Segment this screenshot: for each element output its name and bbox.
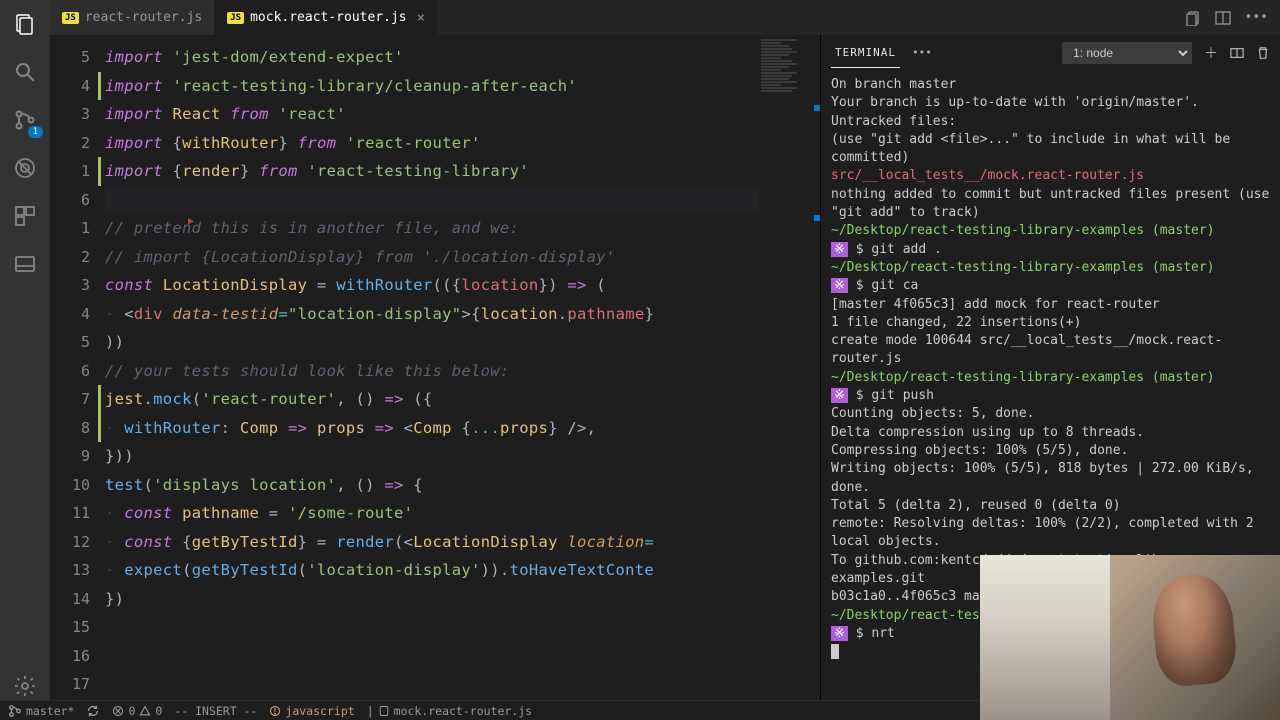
status-file[interactable]: | mock.react-router.js (367, 704, 532, 718)
fold-arrow-icon[interactable]: ▶ (188, 216, 194, 227)
panel-icon[interactable] (11, 250, 39, 278)
terminal-cursor (831, 644, 839, 659)
status-sync-icon[interactable] (86, 704, 100, 718)
terminal-more-icon[interactable]: ••• (912, 46, 932, 59)
close-icon[interactable]: × (417, 10, 425, 26)
gear-icon[interactable] (11, 672, 39, 700)
js-icon: JS (62, 12, 79, 24)
webcam-overlay (980, 555, 1280, 720)
status-problems[interactable]: 0 0 (112, 704, 162, 718)
search-icon[interactable] (11, 58, 39, 86)
tab-label: react-router.js (85, 10, 202, 25)
terminal-select[interactable]: 1: node (1062, 42, 1192, 64)
status-branch[interactable]: master* (8, 704, 74, 718)
tab-label: mock.react-router.js (250, 10, 407, 25)
new-terminal-icon[interactable]: ＋ (1204, 43, 1218, 63)
kill-terminal-icon[interactable] (1256, 46, 1270, 60)
status-mode: -- INSERT -- (174, 704, 257, 718)
split-icon[interactable] (1215, 10, 1231, 26)
minimap[interactable] (759, 35, 814, 700)
split-terminal-icon[interactable] (1230, 46, 1244, 60)
code-editor[interactable]: 5432161234567891011121314151617 ▶ import… (50, 35, 820, 700)
terminal-title[interactable]: TERMINAL (831, 38, 900, 68)
explorer-icon[interactable] (11, 10, 39, 38)
scroll-overview[interactable] (814, 35, 820, 700)
debug-icon[interactable] (11, 154, 39, 182)
activity-bar: 1 (0, 0, 50, 700)
editor-tab[interactable]: JS react-router.js (50, 0, 215, 35)
editor-tabs: JS react-router.js JS mock.react-router.js × (50, 0, 1173, 35)
status-lang-warning[interactable]: javascript (269, 704, 354, 718)
scm-badge: 1 (28, 126, 43, 138)
preview-icon[interactable] (1185, 10, 1201, 26)
editor-tab[interactable]: JS mock.react-router.js × (215, 0, 438, 35)
source-control-icon[interactable]: 1 (11, 106, 39, 134)
js-icon: JS (227, 12, 244, 24)
more-icon[interactable]: ••• (1245, 10, 1268, 25)
extensions-icon[interactable] (11, 202, 39, 230)
